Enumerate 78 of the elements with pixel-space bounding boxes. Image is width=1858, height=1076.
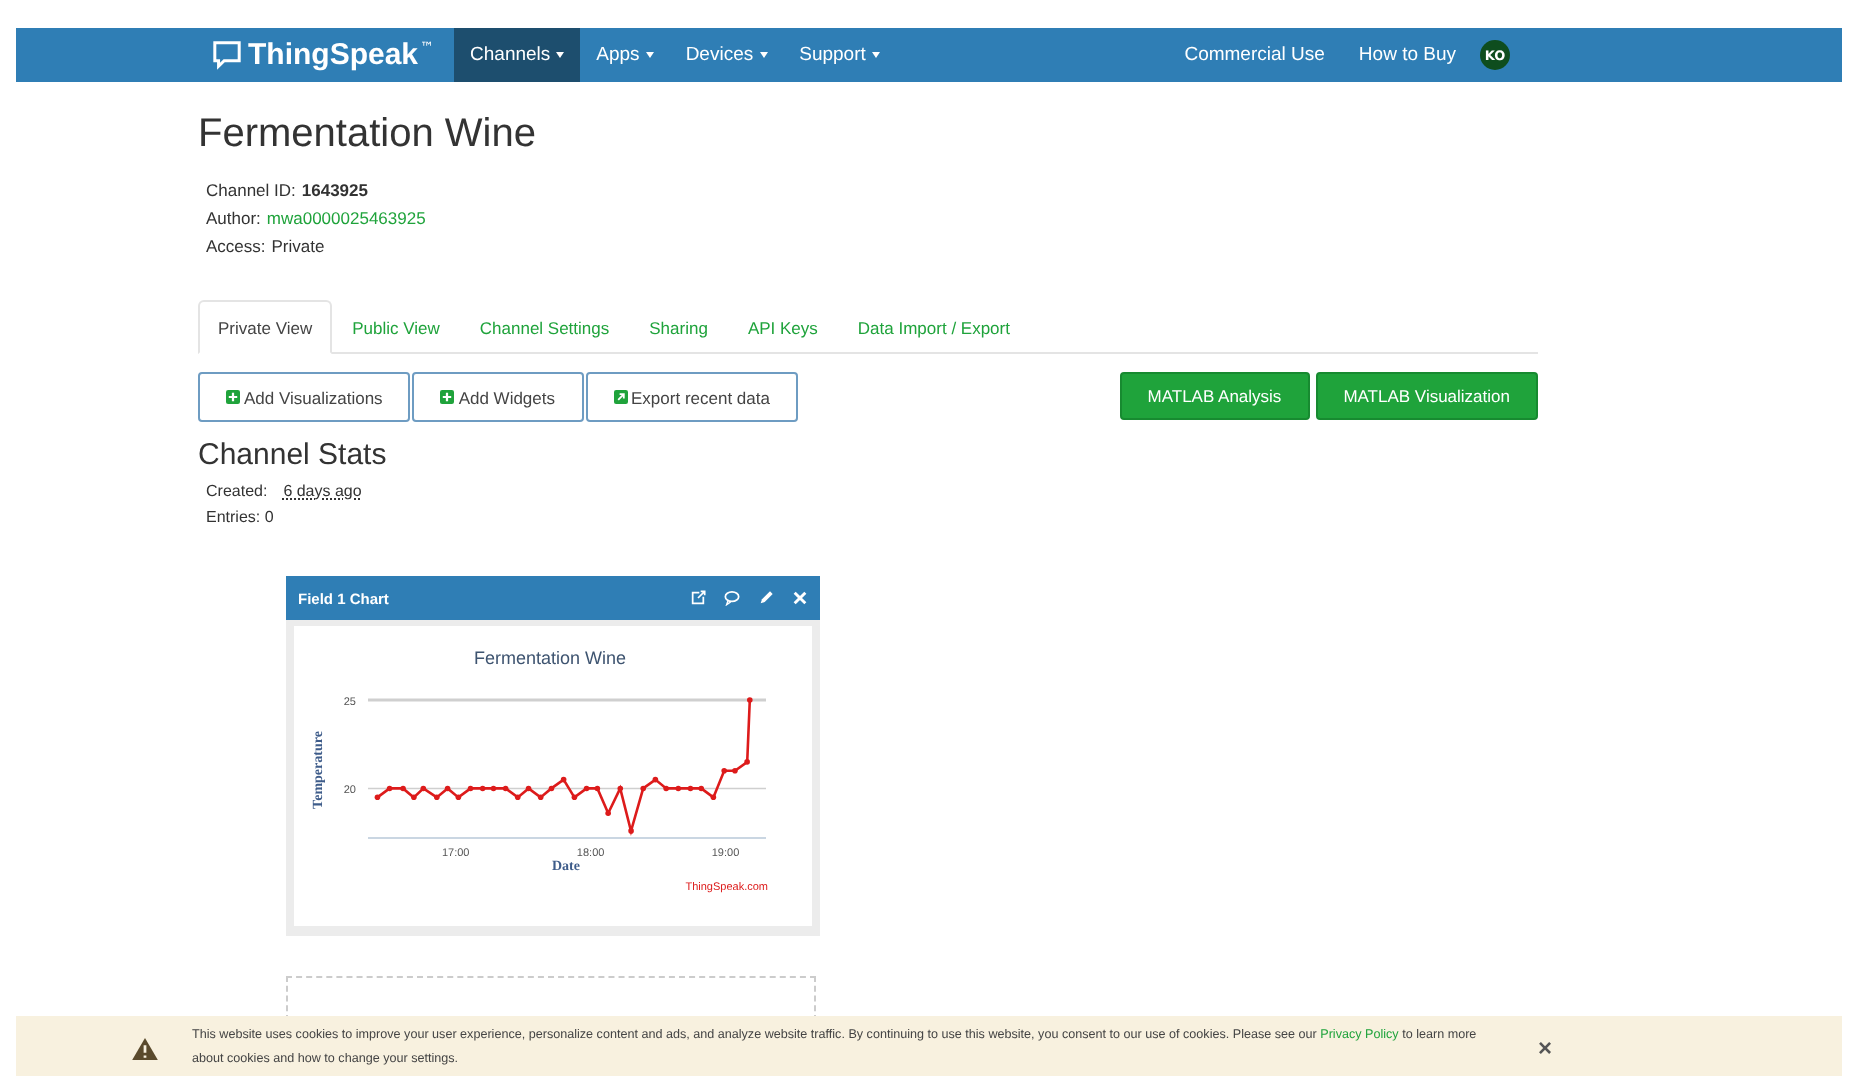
data-point (374, 794, 381, 801)
action-button[interactable]: Add Widgets (412, 372, 584, 422)
meta-value: 1643925 (301, 178, 368, 204)
data-point (687, 785, 694, 792)
chart-title: Fermentation Wine (473, 648, 627, 668)
plus-icon (440, 390, 455, 404)
nav-menu[interactable]: Devices (669, 28, 784, 82)
data-point (628, 828, 634, 834)
pencil-icon[interactable] (758, 590, 774, 606)
meta-value: Private (271, 234, 325, 260)
caret-icon (759, 52, 768, 58)
matlab-button[interactable]: MATLAB Visualization (1315, 372, 1538, 420)
channel-title: Fermentation Wine (198, 112, 538, 158)
data-point (675, 785, 682, 792)
nav-link[interactable]: How to Buy (1358, 44, 1456, 66)
data-point (434, 794, 440, 801)
tab[interactable]: Data Import / Export (837, 300, 1030, 354)
data-point (710, 794, 717, 801)
comment-icon[interactable] (724, 590, 740, 606)
caret-icon (871, 52, 880, 58)
data-point (663, 785, 669, 792)
data-point (400, 785, 406, 792)
data-point (502, 785, 509, 792)
data-point (617, 785, 624, 792)
tab[interactable]: Channel Settings (459, 300, 630, 354)
data-point (721, 767, 727, 774)
nav-menu[interactable]: Apps (580, 28, 670, 82)
tab[interactable]: Private View (198, 300, 333, 354)
tab[interactable]: API Keys (727, 300, 838, 354)
meta-label: Author: (206, 206, 261, 232)
speech-bubble-icon (212, 40, 242, 70)
data-point (455, 794, 462, 801)
data-point (411, 794, 417, 801)
nav-menu[interactable]: Channels (454, 28, 581, 82)
nav-link[interactable]: Commercial Use (1184, 44, 1325, 66)
action-button[interactable]: Add Visualizations (198, 372, 411, 422)
data-point (467, 785, 474, 792)
nav-menu[interactable]: Support (783, 28, 896, 82)
section-title: Channel Stats (198, 438, 389, 472)
author-link[interactable]: mwa0000025463925 (266, 204, 426, 232)
data-point (560, 776, 567, 783)
data-point (605, 810, 611, 817)
data-point (490, 785, 497, 792)
export-icon (613, 390, 628, 404)
data-point (386, 785, 393, 792)
data-point (652, 776, 659, 783)
close-button[interactable]: × (1532, 1034, 1559, 1062)
stat-label: Created: (206, 480, 268, 504)
data-point (747, 697, 753, 703)
matlab-button[interactable]: MATLAB Analysis (1119, 372, 1310, 420)
caret-icon (556, 52, 565, 58)
data-point (594, 785, 601, 792)
data-point (479, 785, 486, 792)
data-point (744, 759, 750, 765)
action-button[interactable]: Export recent data (585, 372, 798, 422)
data-point (525, 785, 532, 792)
created-value: 6 days ago (283, 480, 362, 504)
data-point (514, 794, 521, 801)
caret-icon (645, 52, 654, 58)
logo-text[interactable]: ThingSpeak (248, 38, 419, 72)
open-window-icon[interactable] (690, 590, 706, 606)
data-point (640, 785, 647, 792)
data-point (583, 785, 590, 792)
data-point (537, 794, 544, 801)
data-point (444, 785, 451, 792)
entries-count: Entries: 0 (206, 506, 274, 530)
data-point (698, 785, 705, 792)
warning-icon (132, 1037, 158, 1059)
tab[interactable]: Public View (332, 300, 460, 354)
tab[interactable]: Sharing (629, 300, 728, 354)
plus-icon (226, 390, 240, 404)
data-point (571, 794, 578, 801)
meta-label: Channel ID: (206, 178, 296, 204)
data-point (548, 785, 555, 792)
data-point (732, 767, 738, 774)
meta-label: Access: (206, 234, 266, 260)
data-point (420, 785, 427, 792)
close-icon[interactable] (792, 590, 808, 606)
